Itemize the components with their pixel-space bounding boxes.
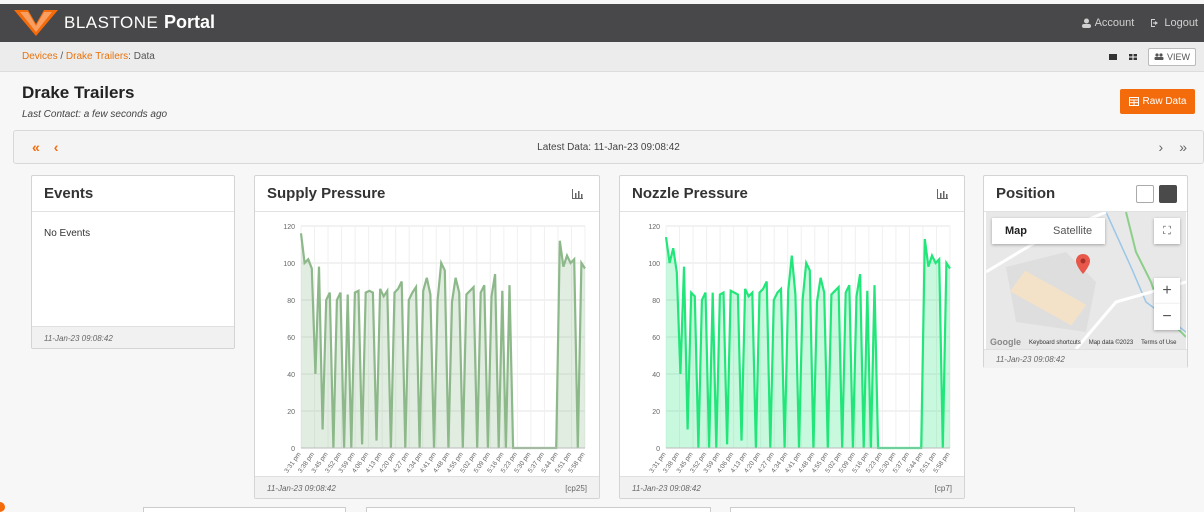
logout-icon: [1151, 19, 1159, 27]
blastone-logo-icon: [14, 10, 58, 36]
y-tick-label: 80: [652, 298, 660, 305]
brand-name[interactable]: BLASTONE: [64, 13, 158, 33]
view-button[interactable]: VIEW: [1147, 48, 1196, 66]
users-icon: [1154, 53, 1164, 60]
position-timestamp: 11-Jan-23 09:08:42: [996, 355, 1065, 364]
zoom-in-button[interactable]: +: [1154, 278, 1180, 304]
events-body: No Events: [44, 228, 91, 239]
chart-icon[interactable]: [937, 189, 948, 199]
last-page-button[interactable]: »: [1179, 139, 1187, 155]
side-indicator[interactable]: [0, 502, 5, 512]
map-tab[interactable]: Map: [992, 218, 1040, 244]
events-timestamp: 11-Jan-23 09:08:42: [44, 334, 113, 343]
keyboard-shortcuts-link[interactable]: Keyboard shortcuts: [1029, 340, 1081, 347]
logout-label: Logout: [1164, 17, 1198, 29]
panel-stub: [366, 507, 711, 512]
supply-timestamp: 11-Jan-23 09:08:42: [267, 484, 336, 493]
y-tick-label: 0: [656, 446, 660, 453]
panel-stub: [730, 507, 1075, 512]
satellite-tab[interactable]: Satellite: [1040, 218, 1105, 244]
events-panel: Events No Events 11-Jan-23 09:08:42: [31, 175, 235, 349]
page-title: Drake Trailers: [22, 83, 135, 102]
y-tick-label: 60: [652, 335, 660, 342]
y-tick-label: 20: [287, 409, 295, 416]
portal-label[interactable]: Portal: [164, 12, 215, 33]
grid-view-icon[interactable]: [1128, 52, 1138, 62]
y-tick-label: 20: [652, 409, 660, 416]
account-link[interactable]: Account: [1081, 17, 1135, 29]
logout-link[interactable]: Logout: [1150, 17, 1198, 29]
nozzle-code: [cp7]: [934, 484, 952, 493]
fullscreen-icon[interactable]: ⛶: [1154, 218, 1180, 244]
position-title: Position: [996, 185, 1056, 202]
locate-icon[interactable]: [1136, 185, 1154, 203]
y-tick-label: 100: [648, 261, 660, 268]
y-tick-label: 60: [287, 335, 295, 342]
account-label: Account: [1094, 17, 1135, 29]
data-navigation-bar: « ‹ Latest Data: 11-Jan-23 09:08:42 › »: [13, 130, 1204, 164]
y-tick-label: 120: [648, 224, 660, 231]
supply-pressure-title: Supply Pressure: [267, 185, 386, 202]
y-tick-label: 80: [287, 298, 295, 305]
y-tick-label: 40: [652, 372, 660, 379]
breadcrumb-bar: Devices / Drake Trailers: Data VIEW: [0, 42, 1204, 72]
panel-stub: [143, 507, 346, 512]
y-tick-label: 100: [283, 261, 295, 268]
breadcrumb: Devices / Drake Trailers: Data: [22, 51, 155, 62]
supply-code: [cp25]: [565, 484, 587, 493]
chart-icon[interactable]: [572, 189, 583, 199]
breadcrumb-devices[interactable]: Devices: [22, 51, 58, 62]
last-contact: Last Contact: a few seconds ago: [22, 109, 168, 120]
view-label: VIEW: [1166, 52, 1190, 62]
breadcrumb-drake-trailers[interactable]: Drake Trailers: [66, 51, 128, 62]
raw-data-label: Raw Data: [1142, 96, 1187, 107]
map-type-control: Map Satellite: [992, 218, 1106, 244]
list-view-icon[interactable]: [1108, 52, 1118, 62]
position-panel: Position Map Satellite ⛶ + − Google Keyb…: [983, 175, 1188, 368]
google-logo: Google: [990, 337, 1021, 347]
expand-icon[interactable]: [1159, 185, 1177, 203]
supply-pressure-panel: Supply Pressure 0 20 40 60 80 100 120 3:31 pm 3:…: [254, 175, 600, 499]
y-tick-label: 0: [291, 446, 295, 453]
zoom-out-button[interactable]: −: [1154, 304, 1180, 330]
breadcrumb-separator: /: [60, 51, 64, 62]
terms-link[interactable]: Terms of Use: [1141, 340, 1176, 347]
user-icon: [1081, 18, 1091, 28]
top-navbar: BLASTONE Portal Account Logout: [0, 4, 1204, 42]
nozzle-pressure-title: Nozzle Pressure: [632, 185, 748, 202]
map-view[interactable]: Map Satellite ⛶ + − Google Keyboard shor…: [986, 212, 1186, 349]
events-title: Events: [44, 185, 94, 202]
latest-data-label: Latest Data: 11-Jan-23 09:08:42: [537, 142, 680, 153]
raw-data-button[interactable]: Raw Data: [1120, 89, 1195, 114]
y-tick-label: 120: [283, 224, 295, 231]
map-data-label: Map data ©2023: [1088, 340, 1134, 346]
map-pin-icon[interactable]: [1076, 254, 1090, 274]
nozzle-pressure-chart: 0204060801001203:31 pm3:38 pm3:45 pm3:52…: [648, 224, 951, 474]
next-page-button[interactable]: ›: [1159, 139, 1164, 155]
nozzle-pressure-panel: Nozzle Pressure 0 20 40 60 80 100 120 3:31 pm 3:…: [619, 175, 965, 499]
nozzle-timestamp: 11-Jan-23 09:08:42: [632, 484, 701, 493]
y-tick-label: 40: [287, 372, 295, 379]
breadcrumb-current: : Data: [128, 51, 155, 62]
table-icon: [1128, 97, 1139, 106]
supply-pressure-chart: 0204060801001203:31 pm3:38 pm3:45 pm3:52…: [283, 224, 586, 474]
